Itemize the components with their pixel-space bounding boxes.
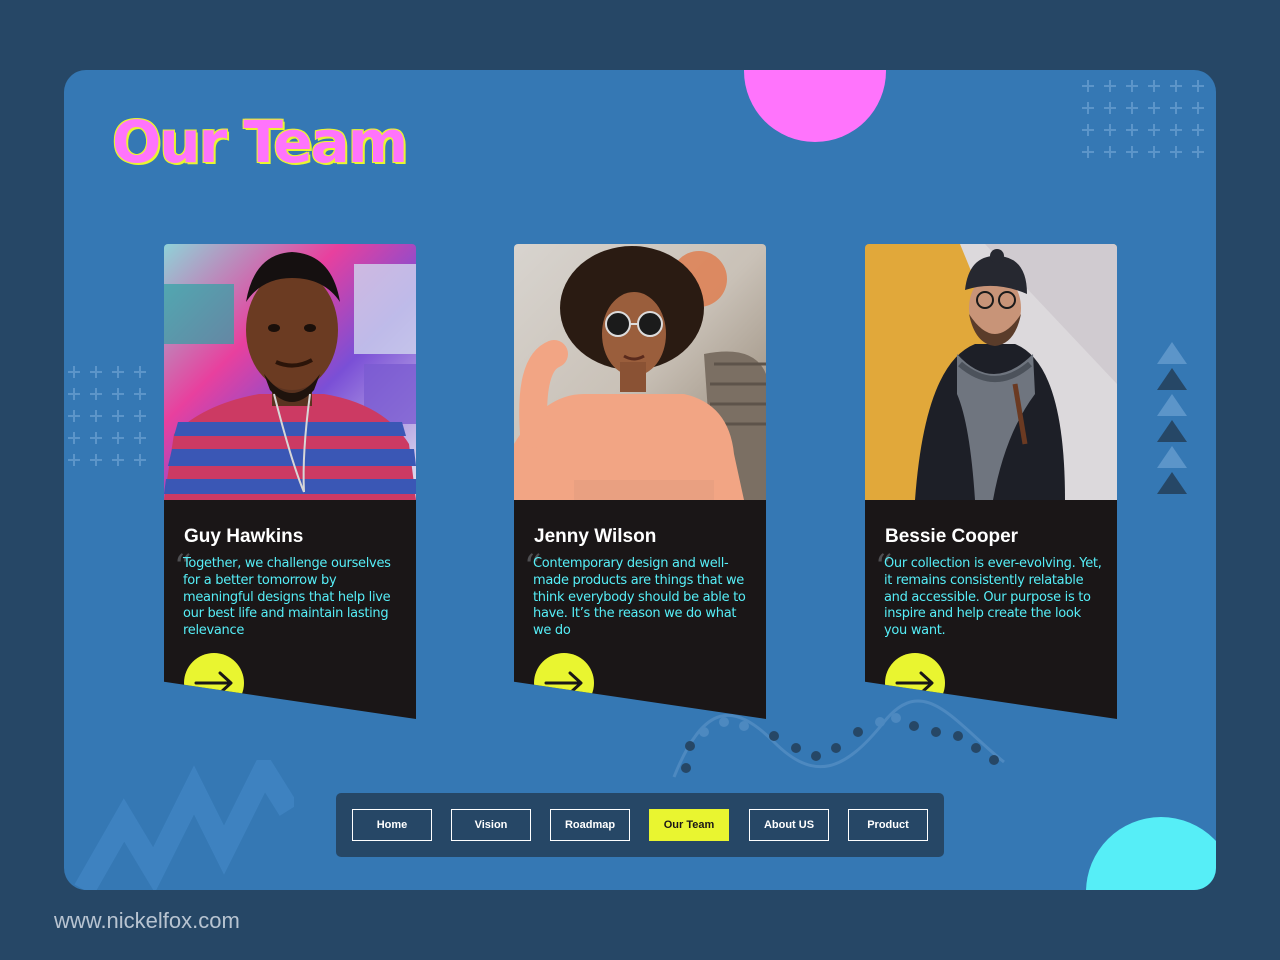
arrow-right-icon [194,671,233,695]
plus-grid-decoration-left [68,366,146,466]
view-profile-button[interactable] [534,653,594,713]
nav-vision-button[interactable]: Vision [451,809,531,841]
triangle-stack-decoration [1157,342,1187,494]
footer-website-url[interactable]: www.nickelfox.com [54,908,240,934]
member-quote: Our collection is ever-evolving. Yet, it… [884,556,1102,639]
card-body: Jenny Wilson “ Contemporary design and w… [514,500,766,719]
pink-semicircle-decoration [744,70,886,142]
profile-photo [164,244,416,500]
member-quote: Contemporary design and well-made produc… [533,556,746,639]
view-profile-button[interactable] [885,653,945,713]
page-title: Our Team [112,108,408,176]
zigzag-decoration [74,760,294,890]
nav-roadmap-button[interactable]: Roadmap [550,809,630,841]
member-quote: Together, we challenge ourselves for a b… [183,556,391,639]
arrow-right-icon [544,671,583,695]
card-body: Bessie Cooper “ Our collection is ever-e… [865,500,1117,719]
cyan-semicircle-decoration [1086,817,1216,890]
nav-product-button[interactable]: Product [848,809,928,841]
profile-photo [514,244,766,500]
team-card-bessie-cooper: Bessie Cooper “ Our collection is ever-e… [865,244,1117,719]
arrow-right-icon [895,671,934,695]
nav-our-team-button[interactable]: Our Team [649,809,729,841]
view-profile-button[interactable] [184,653,244,713]
nav-about-us-button[interactable]: About US [749,809,829,841]
member-name: Jenny Wilson [534,526,657,547]
team-card-guy-hawkins: Guy Hawkins “ Together, we challenge our… [164,244,416,719]
member-name: Guy Hawkins [184,526,304,547]
nav-home-button[interactable]: Home [352,809,432,841]
bottom-navigation: Home Vision Roadmap Our Team About US Pr… [336,793,944,857]
plus-grid-decoration-top [1082,80,1204,158]
member-name: Bessie Cooper [885,526,1019,547]
team-slide: Our Team Guy Hawkins “ Together, we chal… [64,70,1216,890]
team-card-jenny-wilson: Jenny Wilson “ Contemporary design and w… [514,244,766,719]
card-body: Guy Hawkins “ Together, we challenge our… [164,500,416,719]
profile-photo [865,244,1117,500]
